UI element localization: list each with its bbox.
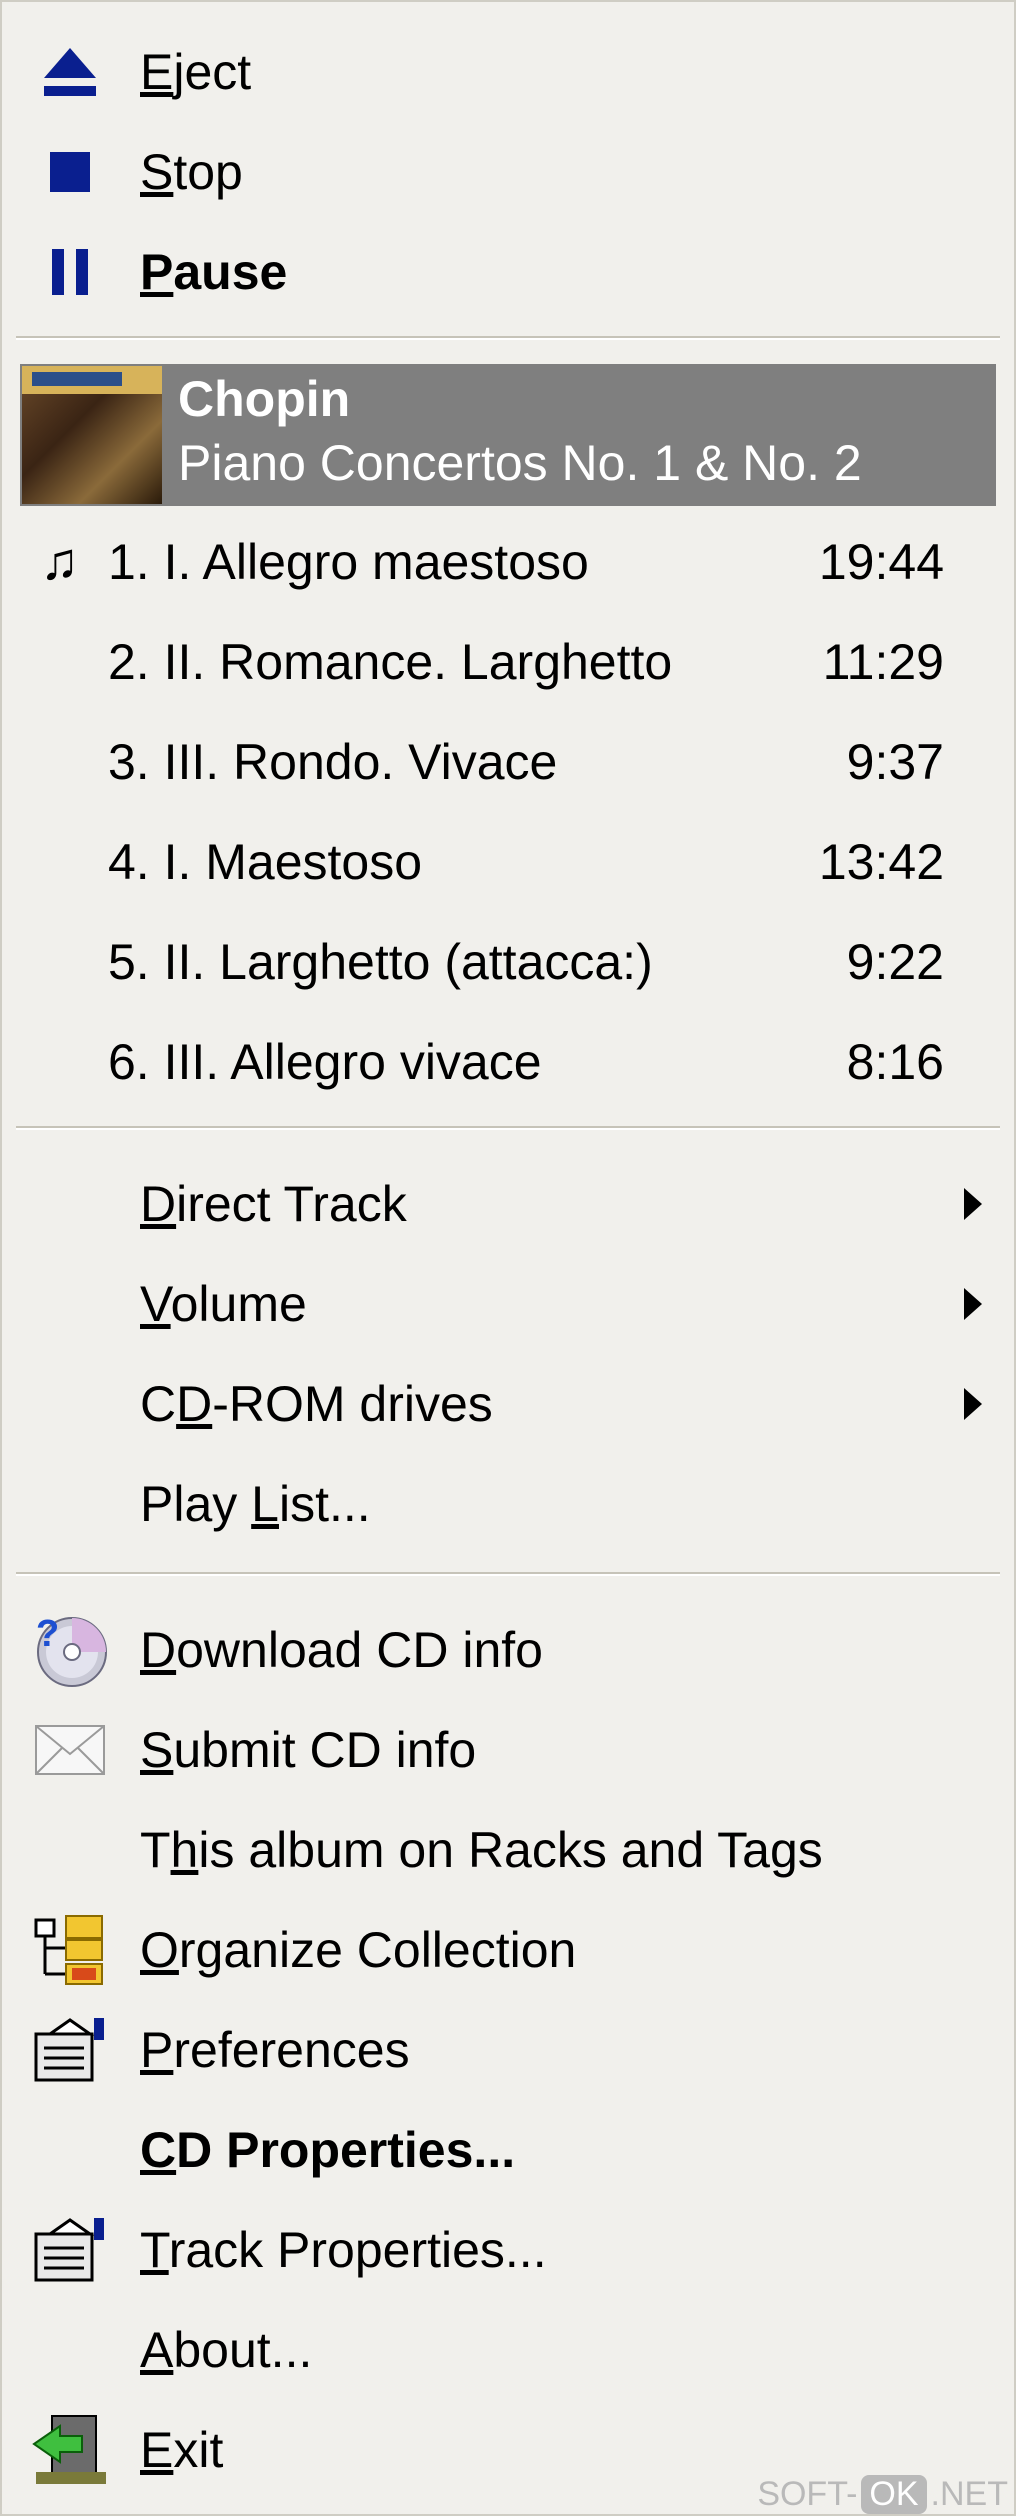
track-name: 3. III. Rondo. Vivace (108, 734, 558, 790)
pause-label: Pause (140, 244, 288, 300)
track-duration: 19:44 (818, 534, 944, 590)
track-name: 5. II. Larghetto (attacca:) (108, 934, 653, 990)
track-item[interactable]: 4. I. Maestoso 13:42 (2, 812, 1014, 912)
preferences-label: Preferences (140, 2022, 410, 2078)
album-header: Chopin Piano Concertos No. 1 & No. 2 (20, 364, 996, 506)
track-duration: 8:16 (846, 1034, 944, 1090)
submit-cd-info-label: Submit CD info (140, 1722, 477, 1778)
album-artist: Chopin (178, 371, 351, 427)
racks-and-tags-menu-item[interactable]: This album on Racks and Tags (2, 1800, 1014, 1900)
pause-menu-item[interactable]: Pause (2, 222, 1014, 322)
separator (16, 1572, 1000, 1576)
download-cd-info-label: Download CD info (140, 1622, 543, 1678)
eject-icon (30, 32, 110, 112)
track-duration: 9:37 (846, 734, 944, 790)
organize-collection-menu-item[interactable]: Organize Collection (2, 1900, 1014, 2000)
track-duration: 11:29 (822, 634, 944, 690)
separator (16, 1126, 1000, 1130)
about-menu-item[interactable]: About... (2, 2300, 1014, 2400)
preferences-menu-item[interactable]: Preferences (2, 2000, 1014, 2100)
track-item[interactable]: 5. II. Larghetto (attacca:) 9:22 (2, 912, 1014, 1012)
track-properties-icon (30, 2210, 110, 2290)
now-playing-note-icon: ♫ (40, 533, 79, 591)
stop-menu-item[interactable]: Stop (2, 122, 1014, 222)
cdrom-drives-label: CD-ROM drives (140, 1376, 493, 1432)
eject-label: Eject (140, 44, 252, 100)
track-name: 1. I. Allegro maestoso (108, 534, 589, 590)
track-item[interactable]: ♫ 1. I. Allegro maestoso 19:44 (2, 512, 1014, 612)
preferences-icon (30, 2010, 110, 2090)
exit-label: Exit (140, 2422, 224, 2478)
stop-label: Stop (140, 144, 243, 200)
track-properties-label: Track Properties... (140, 2222, 547, 2278)
submit-cd-info-menu-item[interactable]: Submit CD info (2, 1700, 1014, 1800)
track-name: 6. III. Allegro vivace (108, 1034, 542, 1090)
track-name: 2. II. Romance. Larghetto (108, 634, 673, 690)
track-duration: 9:22 (846, 934, 944, 990)
folder-tree-icon (30, 1910, 110, 1990)
direct-track-label: Direct Track (140, 1176, 407, 1232)
separator (16, 336, 1000, 340)
cd-properties-label: CD Properties... (140, 2122, 516, 2178)
eject-menu-item[interactable]: Eject (2, 22, 1014, 122)
track-item[interactable]: 2. II. Romance. Larghetto 11:29 (2, 612, 1014, 712)
about-label: About... (140, 2322, 313, 2378)
racks-and-tags-label: This album on Racks and Tags (140, 1822, 823, 1878)
submenu-arrow-icon (964, 1288, 982, 1320)
track-name: 4. I. Maestoso (108, 834, 423, 890)
track-properties-menu-item[interactable]: Track Properties... (2, 2200, 1014, 2300)
volume-submenu[interactable]: Volume (2, 1254, 1014, 1354)
cd-properties-menu-item[interactable]: CD Properties... (2, 2100, 1014, 2200)
track-item[interactable]: 3. III. Rondo. Vivace 9:37 (2, 712, 1014, 812)
watermark: SOFT- OK .NET (757, 2475, 1008, 2514)
envelope-icon (30, 1710, 110, 1790)
play-list-label: Play List... (140, 1476, 371, 1532)
organize-collection-label: Organize Collection (140, 1922, 577, 1978)
submenu-arrow-icon (964, 1188, 982, 1220)
cd-download-icon: ? (30, 1610, 110, 1690)
pause-icon (30, 232, 110, 312)
track-duration: 13:42 (818, 834, 944, 890)
album-cover-image (22, 366, 162, 504)
download-cd-info-menu-item[interactable]: ? Download CD info (2, 1600, 1014, 1700)
submenu-arrow-icon (964, 1388, 982, 1420)
album-title: Piano Concertos No. 1 & No. 2 (178, 435, 862, 491)
track-item[interactable]: 6. III. Allegro vivace 8:16 (2, 1012, 1014, 1112)
cdrom-drives-submenu[interactable]: CD-ROM drives (2, 1354, 1014, 1454)
svg-text:?: ? (36, 1613, 59, 1655)
play-list-menu-item[interactable]: Play List... (2, 1454, 1014, 1554)
context-menu: Eject Stop Pause Chopin Piano Concertos … (0, 0, 1016, 2516)
exit-door-icon (30, 2410, 110, 2490)
volume-label: Volume (140, 1276, 307, 1332)
stop-icon (30, 132, 110, 212)
watermark-ok-badge: OK (861, 2475, 927, 2514)
direct-track-submenu[interactable]: Direct Track (2, 1154, 1014, 1254)
